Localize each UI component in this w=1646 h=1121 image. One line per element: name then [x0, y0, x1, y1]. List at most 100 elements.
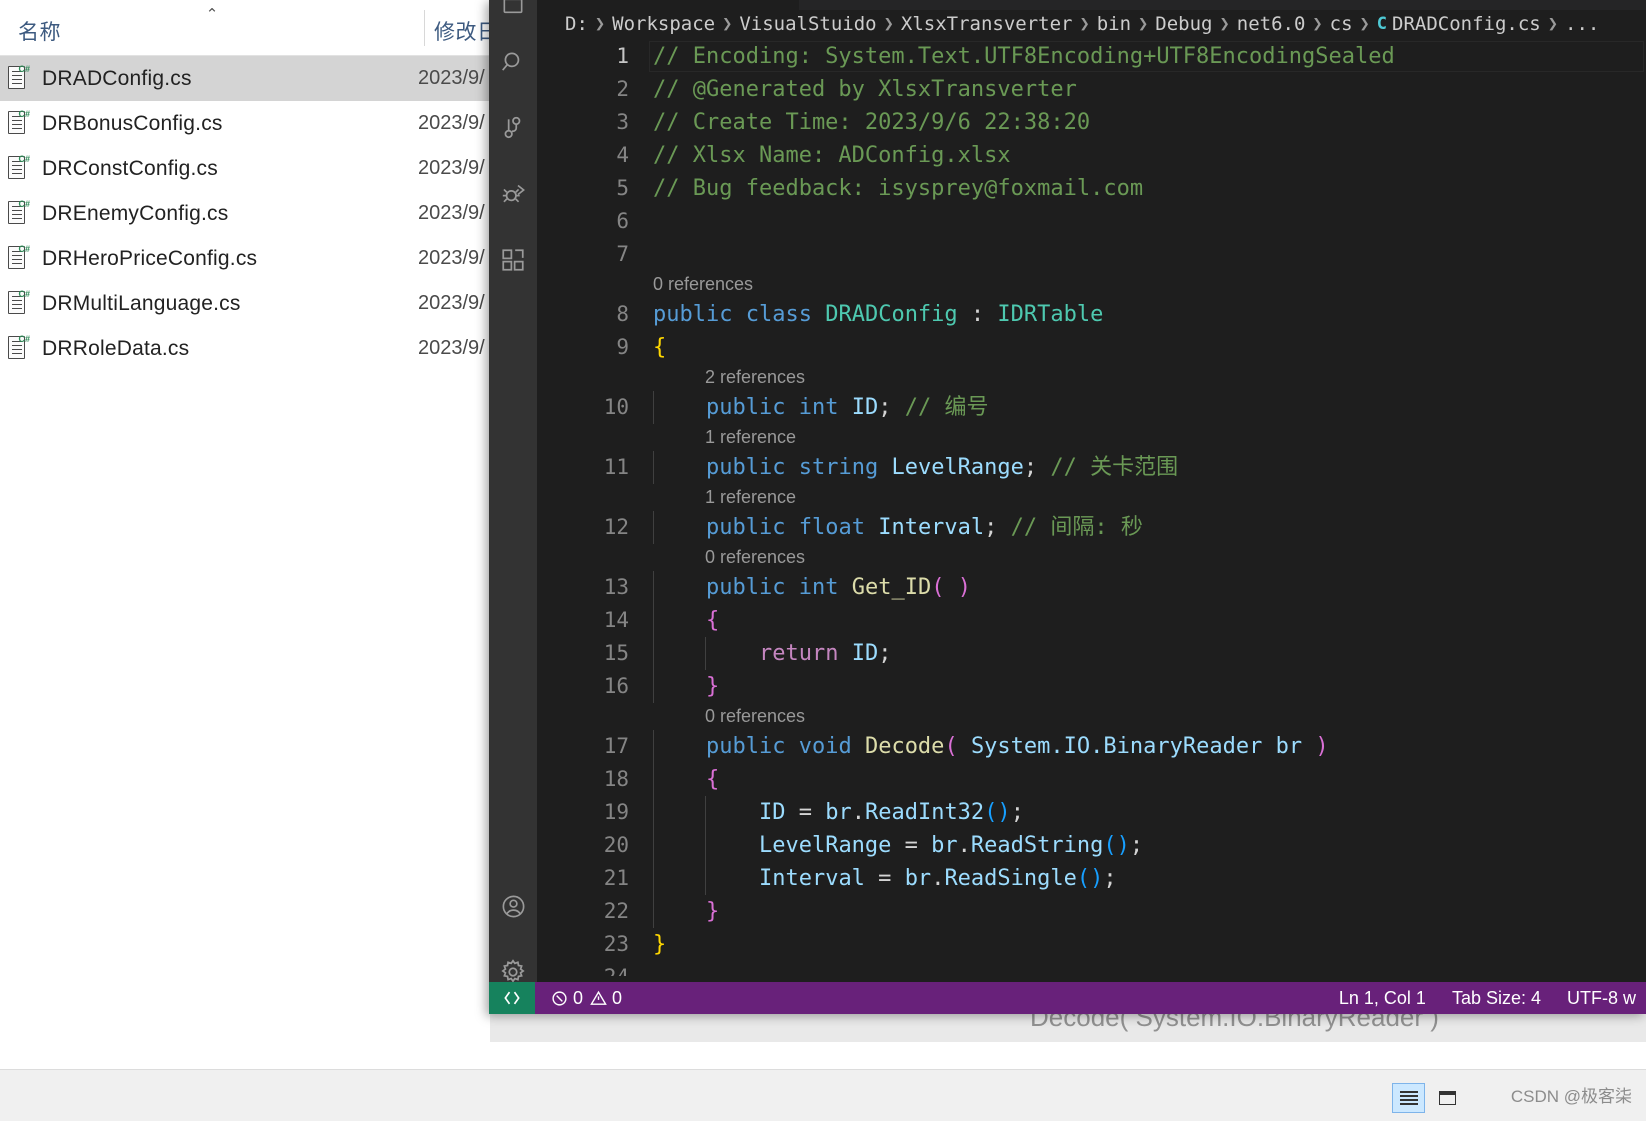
line-number: 2 [616, 77, 629, 101]
file-date-modified: 2023/9/ [418, 202, 485, 224]
code-line[interactable]: 9{ [537, 331, 1646, 364]
code-line[interactable]: 18 { [537, 763, 1646, 796]
token-comment: // 间隔: 秒 [1010, 515, 1143, 540]
code-text: LevelRange = br.ReadString(); [653, 829, 1143, 862]
token-plain: : [957, 302, 998, 327]
line-number: 19 [603, 800, 629, 824]
search-icon[interactable] [489, 38, 537, 86]
token-brace-p: { [705, 608, 720, 633]
token-key: string [798, 455, 879, 480]
explorer-icon[interactable] [489, 0, 537, 32]
code-text: } [653, 670, 719, 703]
file-name: DRBonusConfig.cs [42, 111, 223, 135]
source-control-icon[interactable] [489, 104, 537, 152]
token-brace-p: ( [931, 575, 945, 600]
breadcrumb-segment[interactable]: net6.0 [1237, 13, 1306, 35]
code-lines: 1 // Encoding: System.Text.UTF8Encoding+U… [537, 38, 1646, 976]
breadcrumb-overflow[interactable]: ... [1565, 13, 1599, 35]
error-count-value: 0 [573, 987, 584, 1008]
code-line[interactable]: 12 public float Interval; // 间隔: 秒 [537, 511, 1646, 544]
codelens-references[interactable]: 0 references [537, 544, 1646, 571]
code-line[interactable]: 6 [537, 205, 1646, 238]
sort-ascending-caret-icon: ⌃ [205, 6, 219, 23]
breadcrumb-segment[interactable]: bin [1097, 13, 1131, 35]
codelens-references[interactable]: 1 reference [537, 484, 1646, 511]
token-ns: System.IO.BinaryReader [970, 734, 1263, 759]
codelens-label: 1 reference [705, 487, 797, 507]
breadcrumb-segment[interactable]: cs [1330, 13, 1353, 35]
token-type: IDRTable [997, 302, 1104, 327]
token-class: DRADConfig [825, 302, 958, 327]
code-text: } [653, 928, 666, 961]
code-line[interactable]: 22 } [537, 895, 1646, 928]
remote-window-button[interactable] [489, 982, 535, 1014]
codelens-references[interactable]: 0 references [537, 703, 1646, 730]
code-line[interactable]: 3 // Create Time: 2023/9/6 22:38:20 [537, 106, 1646, 139]
codelens-label: 2 references [705, 367, 806, 387]
token-var: Interval [758, 866, 865, 891]
cursor-position[interactable]: Ln 1, Col 1 [1339, 988, 1426, 1009]
column-header-name[interactable]: 名称 [18, 16, 61, 46]
code-line[interactable]: 10 public int ID; // 编号 [537, 391, 1646, 424]
encoding[interactable]: UTF-8 w [1567, 988, 1636, 1009]
breadcrumb-file[interactable]: DRADConfig.cs [1392, 13, 1541, 35]
breadcrumb-segment[interactable]: Workspace [612, 13, 715, 35]
code-line[interactable]: 7 [537, 238, 1646, 271]
breadcrumb-segment[interactable]: Debug [1155, 13, 1212, 35]
tab-dradconfig-cs[interactable] [537, 0, 799, 10]
code-line[interactable]: 2 // @Generated by XlsxTransverter [537, 73, 1646, 106]
code-line[interactable]: 20 LevelRange = br.ReadString(); [537, 829, 1646, 862]
error-count[interactable]: 0 [551, 988, 583, 1009]
csharp-file-icon: C# [8, 289, 30, 317]
token-plain: . [957, 833, 971, 858]
token-var: br [1275, 734, 1303, 759]
code-line[interactable]: 14 { [537, 604, 1646, 637]
code-line[interactable]: 4 // Xlsx Name: ADConfig.xlsx [537, 139, 1646, 172]
code-text: // Encoding: System.Text.UTF8Encoding+UT… [653, 40, 1395, 73]
breadcrumb-segment[interactable]: D: [565, 13, 588, 35]
run-debug-icon[interactable] [489, 170, 537, 218]
activity-bar [489, 0, 537, 1014]
codelens-references[interactable]: 1 reference [537, 424, 1646, 451]
code-line[interactable]: 5 // Bug feedback: isysprey@foxmail.com [537, 172, 1646, 205]
breadcrumb-segment[interactable]: XlsxTransverter [901, 13, 1073, 35]
code-line[interactable]: 16 } [537, 670, 1646, 703]
code-line[interactable]: 19 ID = br.ReadInt32(); [537, 796, 1646, 829]
codelens-references[interactable]: 0 references [537, 271, 1646, 298]
token-key: void [798, 734, 852, 759]
codelens-references[interactable]: 2 references [537, 364, 1646, 391]
token-brace-y: { [653, 335, 667, 360]
token-brace-b: () [1103, 833, 1130, 858]
warning-count[interactable]: 0 [590, 988, 622, 1009]
column-divider[interactable] [424, 10, 425, 46]
code-text: public class DRADConfig : IDRTable [653, 298, 1103, 331]
breadcrumb[interactable]: D: ❯ Workspace ❯ VisualStuido ❯ XlsxTransverte… [537, 10, 1646, 38]
account-icon[interactable] [489, 882, 537, 930]
code-line[interactable]: 17 public void Decode( System.IO.BinaryR… [537, 730, 1646, 763]
code-line[interactable]: 13 public int Get_ID( ) [537, 571, 1646, 604]
details-view-button[interactable] [1392, 1083, 1425, 1113]
code-line[interactable]: 8 public class DRADConfig : IDRTable [537, 298, 1646, 331]
token-key: public [705, 515, 786, 540]
code-line[interactable]: 23} [537, 928, 1646, 961]
token-brace-b: () [984, 800, 1011, 825]
status-problems-group[interactable]: 0 0 [551, 988, 622, 1009]
token-key: public [705, 455, 786, 480]
file-date-modified: 2023/9/ [418, 292, 485, 314]
activity-bar-bottom-group [489, 882, 537, 996]
code-text: { [653, 331, 666, 364]
code-editor[interactable]: 1 // Encoding: System.Text.UTF8Encoding+U… [537, 38, 1646, 976]
breadcrumb-segment[interactable]: VisualStuido [739, 13, 876, 35]
line-number: 24 [537, 961, 629, 976]
tiles-view-button[interactable] [1431, 1083, 1464, 1113]
tab-size[interactable]: Tab Size: 4 [1452, 988, 1541, 1009]
code-line[interactable]: 11 public string LevelRange; // 关卡范围 [537, 451, 1646, 484]
code-line[interactable]: 21 Interval = br.ReadSingle(); [537, 862, 1646, 895]
line-number: 12 [603, 515, 629, 539]
code-line[interactable]: 1 // Encoding: System.Text.UTF8Encoding+U… [537, 40, 1646, 73]
code-line[interactable]: 24 [537, 961, 1646, 976]
extensions-icon[interactable] [489, 236, 537, 284]
code-text: // @Generated by XlsxTransverter [653, 73, 1077, 106]
code-line[interactable]: 15 return ID; [537, 637, 1646, 670]
